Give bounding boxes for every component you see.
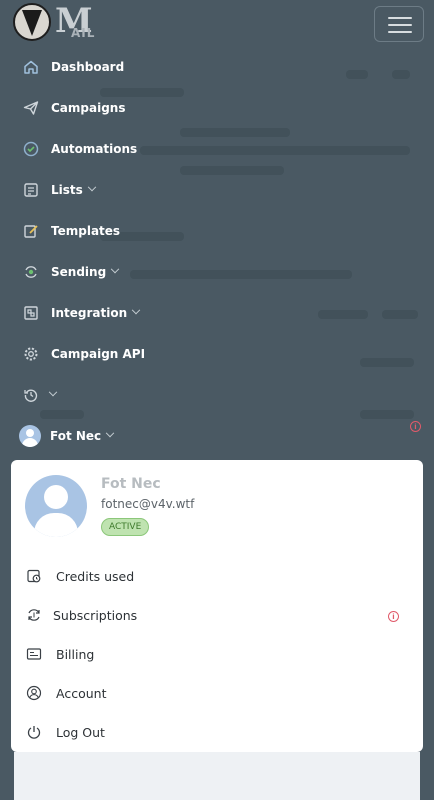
nav-label: Lists [51, 183, 83, 197]
nav-label: Campaign API [51, 347, 146, 361]
list-icon [22, 181, 40, 199]
nav-item-automations[interactable]: Automations [22, 136, 137, 162]
nav-item-user[interactable]: Fot Nec [19, 423, 115, 449]
page-footer [14, 752, 420, 800]
chevron-down-icon [105, 428, 115, 438]
nav-label: Automations [51, 142, 138, 156]
nav-label: Templates [51, 224, 121, 238]
logo-emblem-icon [13, 3, 51, 41]
nav-item-campaigns[interactable]: Campaigns [22, 95, 125, 121]
profile-name: Fot Nec [101, 476, 161, 492]
brand-logo[interactable]: M AIL [13, 1, 113, 45]
profile-dropdown: Fot Nec fotnec@v4v.wtf ACTIVE Credits us… [11, 460, 423, 752]
menu-item-account[interactable]: Account [25, 681, 106, 705]
edit-icon [22, 222, 40, 240]
avatar [19, 425, 41, 447]
paper-plane-icon [22, 99, 40, 117]
chevron-down-icon [131, 305, 141, 315]
history-icon [22, 386, 40, 404]
menu-item-label: Account [56, 685, 107, 701]
info-icon[interactable]: i [410, 421, 421, 432]
menu-item-label: Billing [56, 646, 95, 662]
nav-item-lists[interactable]: Lists [22, 177, 97, 203]
nav-item-integration[interactable]: Integration [22, 300, 141, 326]
nav-label: Sending [51, 265, 107, 279]
profile-email: fotnec@v4v.wtf [101, 497, 195, 511]
nav-item-campaign-api[interactable]: Campaign API [22, 341, 145, 367]
menu-item-log-out[interactable]: Log Out [25, 720, 105, 744]
nav-label: Dashboard [51, 60, 125, 74]
nav-item-dashboard[interactable]: Dashboard [22, 54, 124, 80]
menu-item-label: Log Out [56, 724, 105, 740]
info-icon[interactable]: i [388, 611, 399, 622]
integration-icon [22, 304, 40, 322]
subscriptions-icon [25, 606, 43, 624]
menu-item-subscriptions[interactable]: Subscriptions [25, 603, 137, 627]
menu-item-label: Subscriptions [53, 607, 138, 623]
menu-item-billing[interactable]: Billing [25, 642, 94, 666]
power-icon [25, 723, 43, 741]
nav-label: Campaigns [51, 101, 126, 115]
nav-label: Integration [51, 306, 128, 320]
billing-icon [25, 645, 43, 663]
nav-item-templates[interactable]: Templates [22, 218, 120, 244]
shield-check-icon [22, 140, 40, 158]
menu-toggle-button[interactable] [374, 6, 424, 42]
top-bar: M AIL [0, 0, 434, 48]
chevron-down-icon [87, 182, 97, 192]
nav-item-sending[interactable]: Sending [22, 259, 120, 285]
sending-icon [22, 263, 40, 281]
nav-label: Fot Nec [50, 429, 102, 443]
credits-icon [25, 567, 43, 585]
menu-item-label: Credits used [56, 568, 135, 584]
logo-subtext: AIL [71, 26, 96, 40]
chevron-down-icon [48, 387, 58, 397]
gear-api-icon [22, 345, 40, 363]
avatar [25, 475, 87, 537]
account-icon [25, 684, 43, 702]
status-badge: ACTIVE [101, 518, 150, 536]
chevron-down-icon [110, 264, 120, 274]
menu-item-credits-used[interactable]: Credits used [25, 564, 134, 588]
home-icon [22, 58, 40, 76]
hamburger-icon [388, 17, 412, 19]
nav-item-history[interactable] [22, 382, 58, 408]
